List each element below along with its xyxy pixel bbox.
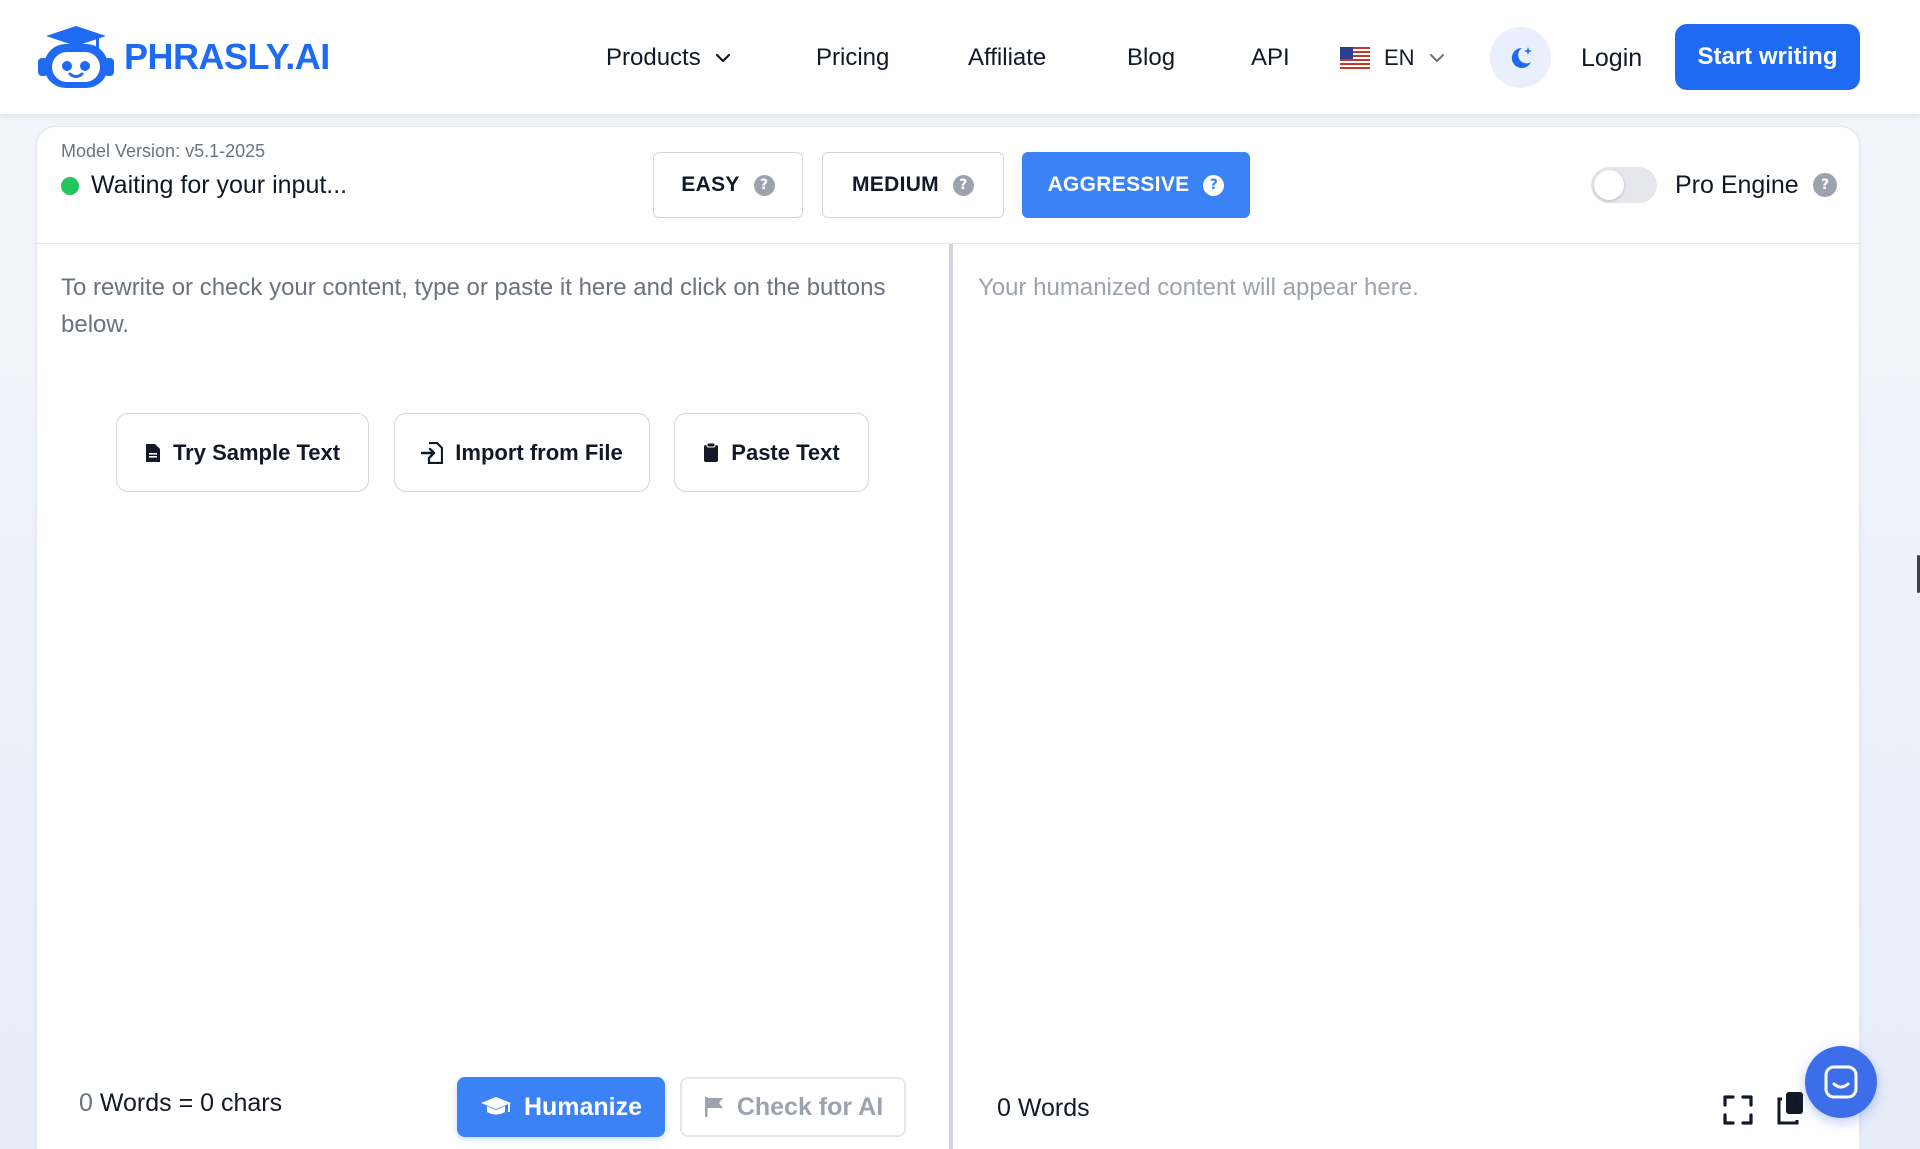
status-indicator: Waiting for your input... <box>61 171 347 200</box>
nav-api-label: API <box>1251 44 1290 71</box>
help-icon[interactable]: ? <box>1813 173 1837 197</box>
login-label: Login <box>1581 43 1643 72</box>
mode-easy-button[interactable]: EASY ? <box>653 152 803 218</box>
login-link[interactable]: Login <box>1581 38 1642 78</box>
try-sample-text-button[interactable]: Try Sample Text <box>116 413 369 492</box>
status-text: Waiting for your input... <box>91 171 348 199</box>
top-navbar: PHRASLY.AI Products Pricing Affiliate Bl… <box>0 0 1920 115</box>
fullscreen-icon[interactable] <box>1723 1095 1753 1125</box>
chat-support-button[interactable] <box>1805 1046 1877 1118</box>
nav-pricing-label: Pricing <box>816 44 890 71</box>
language-label: EN <box>1384 45 1415 70</box>
nav-pricing[interactable]: Pricing <box>816 38 889 78</box>
pro-engine-label: Pro Engine <box>1675 170 1799 199</box>
help-icon[interactable]: ? <box>952 174 974 196</box>
pane-divider[interactable] <box>949 244 953 1149</box>
humanize-label: Humanize <box>523 1092 643 1121</box>
output-area: Your humanized content will appear here. <box>978 274 1419 301</box>
output-word-count: 0 Words <box>997 1094 1090 1122</box>
help-icon[interactable]: ? <box>1203 174 1225 196</box>
chevron-down-icon <box>715 53 730 63</box>
input-word-count: 0 <box>79 1089 93 1117</box>
words-equals-label: Words = <box>99 1089 194 1117</box>
mode-medium-label: MEDIUM <box>852 173 939 196</box>
file-import-icon <box>421 441 444 464</box>
mode-easy-label: EASY <box>681 173 740 196</box>
nav-affiliate[interactable]: Affiliate <box>968 38 1046 78</box>
mode-aggressive-label: AGGRESSIVE <box>1047 173 1190 196</box>
theme-toggle-button[interactable] <box>1490 27 1551 88</box>
help-icon[interactable]: ? <box>753 174 775 196</box>
mode-medium-button[interactable]: MEDIUM ? <box>822 152 1004 218</box>
nav-products-label: Products <box>606 44 701 71</box>
moon-sparkle-icon <box>1511 46 1532 68</box>
input-word-char-count: 0 Words = 0 chars <box>79 1089 282 1118</box>
nav-api[interactable]: API <box>1251 38 1290 78</box>
graduation-cap-icon <box>480 1097 511 1115</box>
import-from-file-label: Import from File <box>455 439 623 465</box>
flag-icon <box>704 1097 723 1117</box>
nav-blog-label: Blog <box>1127 44 1176 71</box>
chevron-down-icon <box>1429 54 1444 62</box>
humanizer-card: Model Version: v5.1-2025 Waiting for you… <box>36 126 1860 1149</box>
language-selector[interactable]: EN <box>1340 38 1445 78</box>
start-writing-button[interactable]: Start writing <box>1675 24 1860 90</box>
model-version: Model Version: v5.1-2025 <box>61 141 266 161</box>
check-for-ai-button[interactable]: Check for AI <box>680 1077 906 1137</box>
copy-icon[interactable] <box>1776 1091 1806 1125</box>
paste-text-button[interactable]: Paste Text <box>674 413 869 492</box>
pro-engine-toggle[interactable] <box>1591 167 1657 203</box>
chars-label: chars <box>221 1089 283 1117</box>
nav-products[interactable]: Products <box>606 38 731 78</box>
humanize-button[interactable]: Humanize <box>457 1077 665 1137</box>
chat-icon <box>1824 1065 1858 1099</box>
try-sample-text-label: Try Sample Text <box>172 439 341 465</box>
status-dot <box>61 176 79 195</box>
toggle-knob <box>1594 170 1624 200</box>
robot-mascot-icon <box>38 26 114 88</box>
brand-logo[interactable]: PHRASLY.AI <box>36 24 330 90</box>
input-textarea[interactable]: To rewrite or check your content, type o… <box>61 269 921 343</box>
nav-affiliate-label: Affiliate <box>968 44 1047 71</box>
us-flag-icon <box>1340 47 1370 69</box>
paste-text-label: Paste Text <box>731 439 840 465</box>
card-header: Model Version: v5.1-2025 Waiting for you… <box>37 127 1859 244</box>
mode-aggressive-button[interactable]: AGGRESSIVE ? <box>1022 152 1250 218</box>
brand-name: PHRASLY.AI <box>124 36 330 77</box>
nav-blog[interactable]: Blog <box>1127 38 1175 78</box>
check-for-ai-label: Check for AI <box>736 1092 884 1121</box>
clipboard-icon <box>704 442 719 462</box>
document-icon <box>145 443 160 462</box>
input-char-count: 0 <box>200 1089 215 1117</box>
import-from-file-button[interactable]: Import from File <box>394 413 650 492</box>
